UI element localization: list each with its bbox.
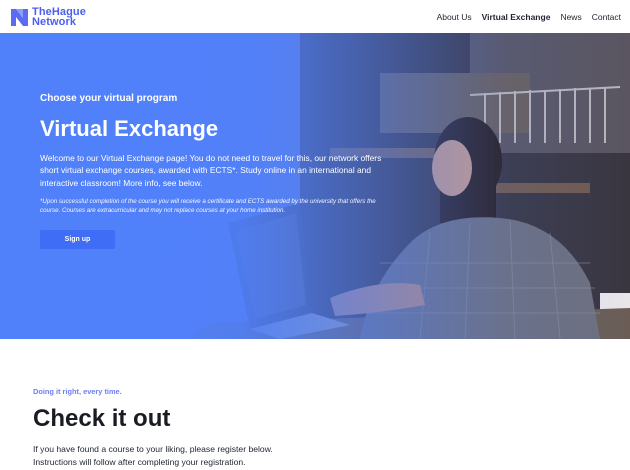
- site-logo[interactable]: TheHague Network: [9, 5, 86, 29]
- hero-footnote: *Upon successful completion of the cours…: [40, 197, 376, 214]
- logo-line-1: TheHague: [32, 5, 86, 18]
- logo-line-2: Network: [32, 15, 77, 28]
- check-it-out-section: Doing it right, every time. Check it out…: [33, 387, 593, 469]
- nav-virtual-exchange[interactable]: Virtual Exchange: [482, 12, 551, 22]
- hero-banner: Choose your virtual program Virtual Exch…: [0, 33, 630, 339]
- section-text-line-2: Instructions will follow after completin…: [33, 456, 246, 467]
- nav-news[interactable]: News: [560, 12, 581, 22]
- hero-content: Choose your virtual program Virtual Exch…: [40, 93, 400, 249]
- sign-up-button[interactable]: Sign up: [40, 229, 115, 249]
- hero-title: Virtual Exchange: [40, 116, 219, 141]
- section-title: Check it out: [33, 405, 171, 432]
- network-logo-icon: [11, 8, 28, 26]
- nav-about-us[interactable]: About Us: [437, 12, 472, 22]
- hero-description: Welcome to our Virtual Exchange page! Yo…: [40, 153, 382, 188]
- hero-eyebrow: Choose your virtual program: [40, 93, 178, 104]
- section-kicker: Doing it right, every time.: [33, 387, 122, 396]
- nav-contact[interactable]: Contact: [592, 12, 621, 22]
- main-nav: About Us Virtual Exchange News Contact: [437, 12, 621, 22]
- logo-wordmark: TheHague Network: [32, 5, 86, 28]
- section-text: If you have found a course to your likin…: [33, 443, 593, 469]
- site-header: TheHague Network About Us Virtual Exchan…: [0, 0, 630, 33]
- section-text-line-1: If you have found a course to your likin…: [33, 444, 273, 454]
